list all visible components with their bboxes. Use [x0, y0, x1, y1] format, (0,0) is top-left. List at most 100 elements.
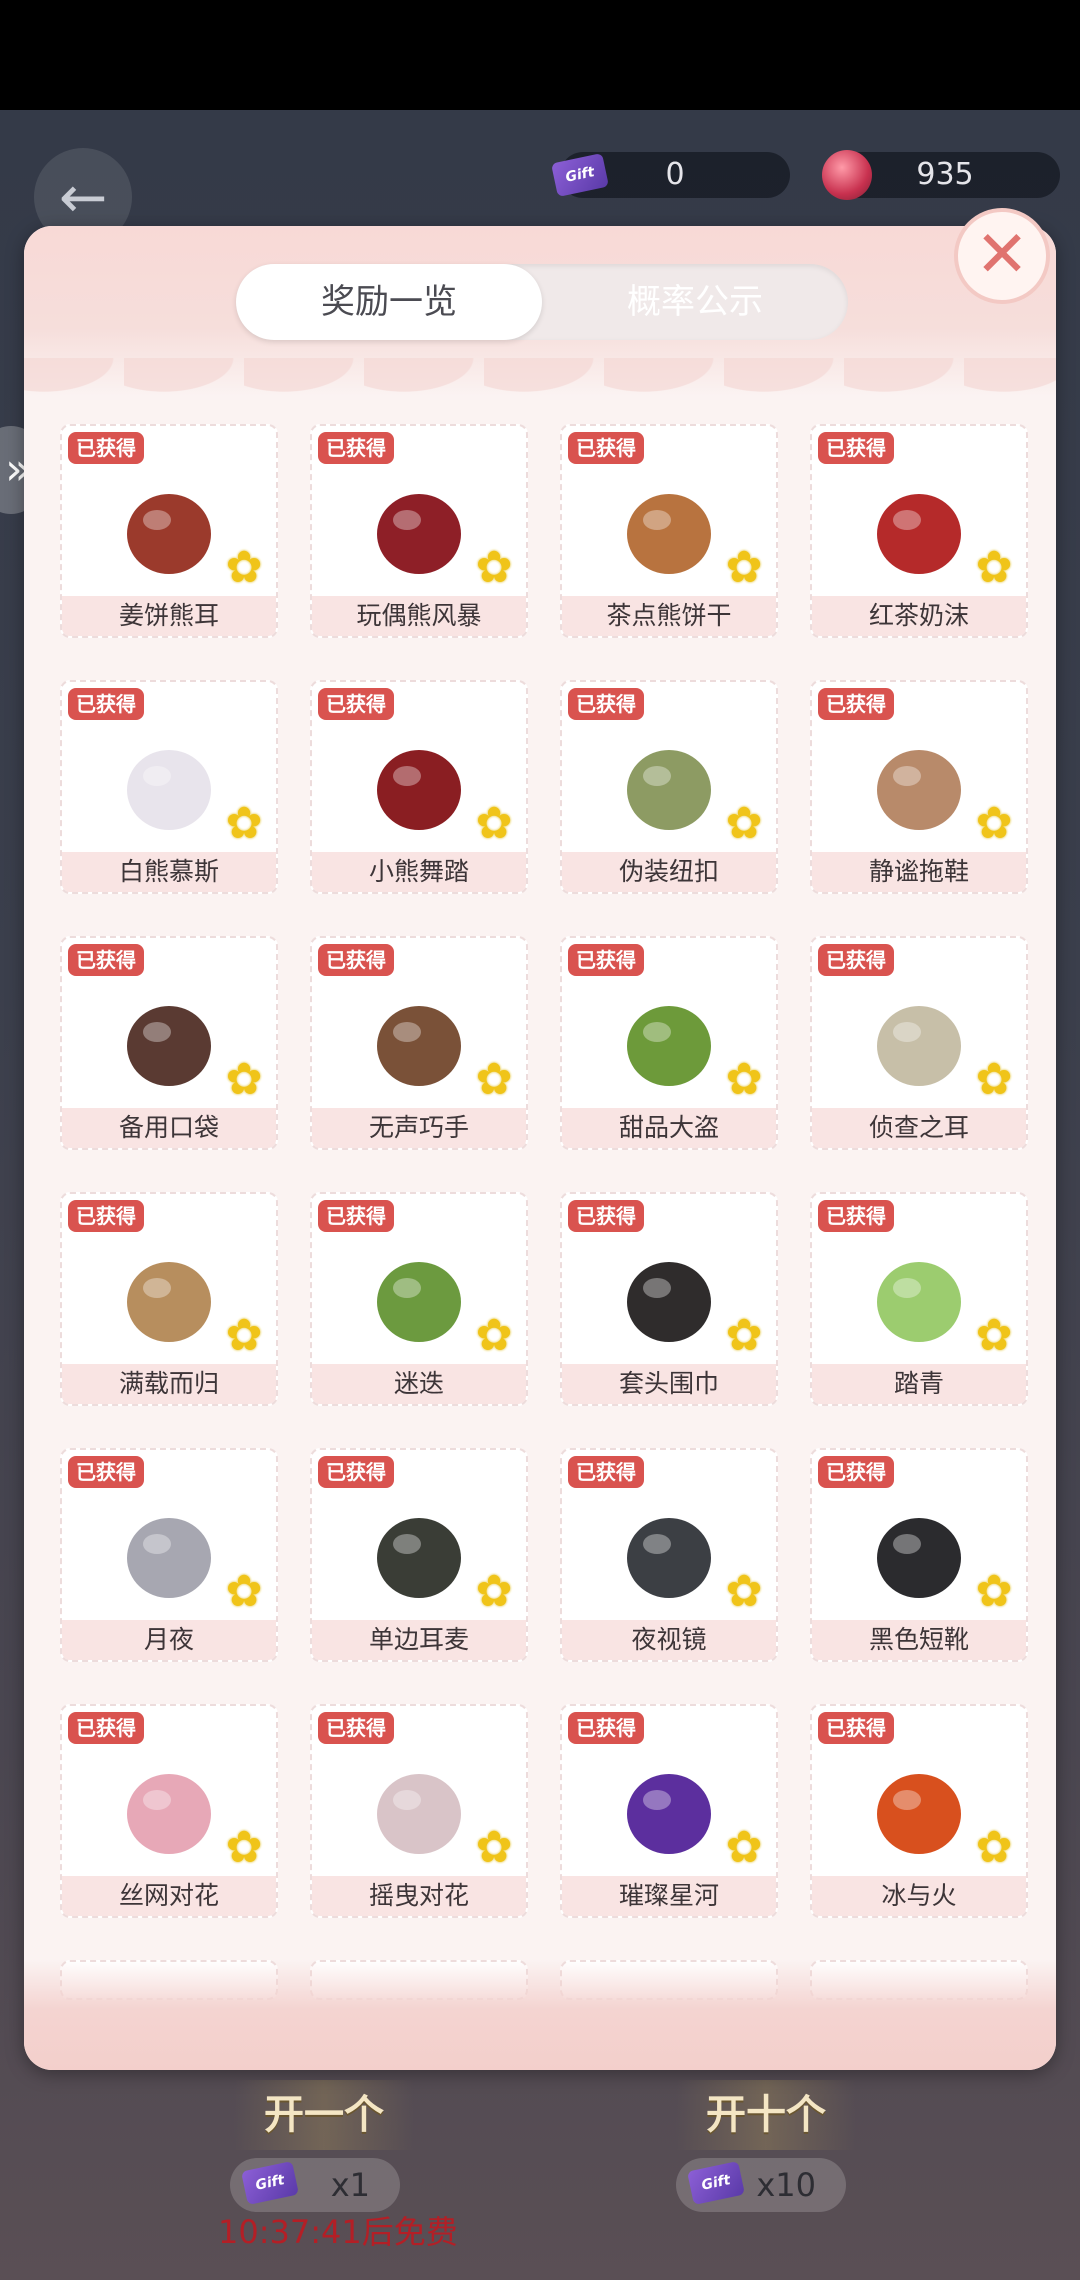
close-button[interactable]: ✕ — [954, 208, 1050, 304]
rarity-star-icon: ✿ — [475, 798, 513, 849]
reward-name: 满载而归 — [62, 1364, 276, 1404]
reward-card[interactable]: 已获得 ✿ 备用口袋 — [60, 936, 278, 1150]
reward-name: 伪装纽扣 — [562, 852, 776, 892]
reward-card[interactable]: 已获得 ✿ 红茶奶沫 — [810, 424, 1028, 638]
reward-name: 玩偶熊风暴 — [312, 596, 526, 636]
rarity-star-icon: ✿ — [475, 1566, 513, 1617]
rarity-star-icon: ✿ — [725, 1822, 763, 1873]
item-image — [377, 1774, 461, 1854]
reward-name: 踏青 — [812, 1364, 1026, 1404]
ticket-balance-value: 0 — [665, 157, 685, 192]
gem-balance-value: 935 — [916, 157, 974, 192]
obtained-badge: 已获得 — [318, 432, 394, 464]
obtained-badge: 已获得 — [68, 944, 144, 976]
tab-bar: 奖励一览 概率公示 — [236, 264, 848, 340]
reward-name: 红茶奶沫 — [812, 596, 1026, 636]
reward-name: 茶点熊饼干 — [562, 596, 776, 636]
rarity-star-icon: ✿ — [225, 1566, 263, 1617]
reward-card[interactable]: 已获得 ✿ 踏青 — [810, 1192, 1028, 1406]
reward-card[interactable]: 已获得 ✿ 静谧拖鞋 — [810, 680, 1028, 894]
draw-ten-button[interactable]: 开十个 — [676, 2080, 856, 2150]
reward-name: 小熊舞踏 — [312, 852, 526, 892]
rarity-star-icon: ✿ — [475, 542, 513, 593]
reward-card[interactable]: 已获得 ✿ 玩偶熊风暴 — [310, 424, 528, 638]
obtained-badge: 已获得 — [818, 944, 894, 976]
rarity-star-icon: ✿ — [225, 798, 263, 849]
reward-name: 黑色短靴 — [812, 1620, 1026, 1660]
reward-card[interactable]: 已获得 ✿ 无声巧手 — [310, 936, 528, 1150]
reward-card[interactable]: 已获得 ✿ 伪装纽扣 — [560, 680, 778, 894]
reward-name: 丝网对花 — [62, 1876, 276, 1916]
reward-card[interactable]: 已获得 ✿ 小熊舞踏 — [310, 680, 528, 894]
rarity-star-icon: ✿ — [725, 542, 763, 593]
reward-card[interactable]: 已获得 ✿ 满载而归 — [60, 1192, 278, 1406]
reward-card[interactable]: 已获得 ✿ 单边耳麦 — [310, 1448, 528, 1662]
item-image — [877, 1006, 961, 1086]
reward-name: 静谧拖鞋 — [812, 852, 1026, 892]
reward-card[interactable]: 已获得 ✿ 侦查之耳 — [810, 936, 1028, 1150]
reward-list-modal: 奖励一览 概率公示 已获得 ✿ 姜饼熊耳 已获得 ✿ 玩偶熊风暴 已获得 ✿ 茶点熊饼干 已获得 ✿… — [24, 226, 1056, 2070]
tab-probability[interactable]: 概率公示 — [542, 264, 848, 340]
draw-one-cost: Gift x1 — [230, 2158, 400, 2212]
reward-card[interactable]: 已获得 ✿ 甜品大盗 — [560, 936, 778, 1150]
item-image — [377, 1262, 461, 1342]
reward-name: 月夜 — [62, 1620, 276, 1660]
reward-name: 摇曳对花 — [312, 1876, 526, 1916]
rarity-star-icon: ✿ — [225, 1822, 263, 1873]
reward-name: 冰与火 — [812, 1876, 1026, 1916]
reward-card[interactable]: 已获得 ✿ 月夜 — [60, 1448, 278, 1662]
item-image — [627, 1518, 711, 1598]
rarity-star-icon: ✿ — [975, 1310, 1013, 1361]
item-image — [377, 494, 461, 574]
rarity-star-icon: ✿ — [225, 1054, 263, 1105]
draw-one-button[interactable]: 开一个 — [234, 2080, 414, 2150]
obtained-badge: 已获得 — [818, 1200, 894, 1232]
rarity-star-icon: ✿ — [975, 542, 1013, 593]
reward-card[interactable]: 已获得 ✿ 丝网对花 — [60, 1704, 278, 1918]
item-image — [877, 1518, 961, 1598]
obtained-badge: 已获得 — [68, 688, 144, 720]
tab-reward-list[interactable]: 奖励一览 — [236, 264, 542, 340]
obtained-badge: 已获得 — [318, 688, 394, 720]
reward-name: 甜品大盗 — [562, 1108, 776, 1148]
close-icon: ✕ — [975, 218, 1029, 292]
item-image — [127, 1006, 211, 1086]
obtained-badge: 已获得 — [568, 944, 644, 976]
obtained-badge: 已获得 — [68, 432, 144, 464]
obtained-badge: 已获得 — [818, 1712, 894, 1744]
free-draw-timer: 10:37:41后免费 — [218, 2213, 458, 2251]
reward-card[interactable]: 已获得 ✿ 白熊慕斯 — [60, 680, 278, 894]
obtained-badge: 已获得 — [68, 1200, 144, 1232]
reward-card[interactable]: 已获得 ✿ 黑色短靴 — [810, 1448, 1028, 1662]
reward-card[interactable]: 已获得 ✿ 茶点熊饼干 — [560, 424, 778, 638]
obtained-badge: 已获得 — [568, 688, 644, 720]
reward-name: 套头围巾 — [562, 1364, 776, 1404]
item-image — [627, 1262, 711, 1342]
obtained-badge: 已获得 — [818, 1456, 894, 1488]
rarity-star-icon: ✿ — [725, 1566, 763, 1617]
item-image — [127, 1774, 211, 1854]
reward-name: 璀璨星河 — [562, 1876, 776, 1916]
rarity-star-icon: ✿ — [225, 542, 263, 593]
rarity-star-icon: ✿ — [725, 1054, 763, 1105]
rarity-star-icon: ✿ — [975, 1822, 1013, 1873]
reward-name: 白熊慕斯 — [62, 852, 276, 892]
back-arrow-icon: ← — [58, 163, 108, 231]
reward-card[interactable]: 已获得 ✿ 冰与火 — [810, 1704, 1028, 1918]
reward-card[interactable]: 已获得 ✿ 璀璨星河 — [560, 1704, 778, 1918]
item-image — [877, 1262, 961, 1342]
reward-card[interactable]: 已获得 ✿ 套头围巾 — [560, 1192, 778, 1406]
item-image — [377, 750, 461, 830]
reward-card[interactable]: 已获得 ✿ 迷迭 — [310, 1192, 528, 1406]
rarity-star-icon: ✿ — [725, 1310, 763, 1361]
item-image — [877, 494, 961, 574]
rarity-star-icon: ✿ — [225, 1310, 263, 1361]
item-image — [127, 494, 211, 574]
reward-name: 姜饼熊耳 — [62, 596, 276, 636]
reward-card[interactable]: 已获得 ✿ 夜视镜 — [560, 1448, 778, 1662]
rarity-star-icon: ✿ — [475, 1822, 513, 1873]
obtained-badge: 已获得 — [568, 1200, 644, 1232]
draw-one-cost-value: x1 — [330, 2166, 370, 2204]
reward-card[interactable]: 已获得 ✿ 摇曳对花 — [310, 1704, 528, 1918]
reward-card[interactable]: 已获得 ✿ 姜饼熊耳 — [60, 424, 278, 638]
